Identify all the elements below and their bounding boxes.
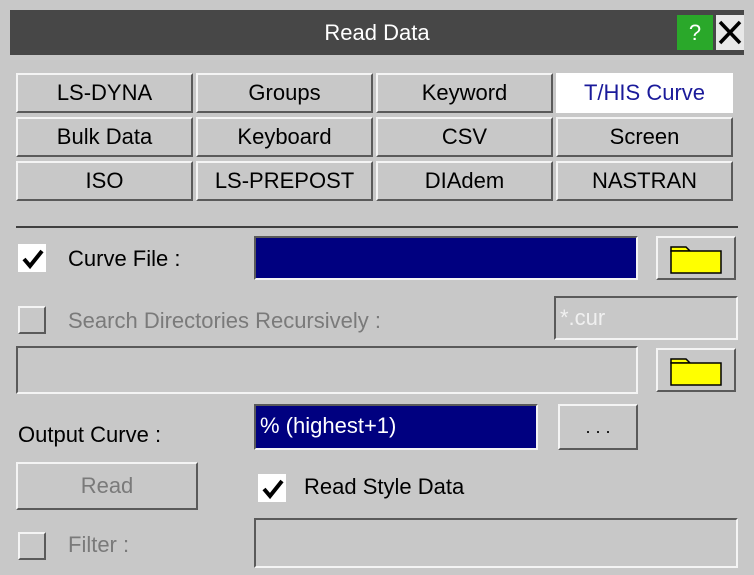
tab-bulk-data[interactable]: Bulk Data [16, 117, 193, 157]
output-curve-label: Output Curve : [18, 422, 162, 447]
tab-this-curve[interactable]: T/HIS Curve [556, 73, 733, 113]
search-dirs-checkbox[interactable] [18, 306, 46, 334]
tab-csv[interactable]: CSV [376, 117, 553, 157]
close-icon [718, 20, 742, 45]
filter-label: Filter : [68, 532, 130, 557]
filter-checkbox[interactable] [18, 532, 46, 560]
read-button[interactable]: Read [16, 462, 198, 510]
output-curve-input[interactable]: % (highest+1) [254, 404, 538, 450]
read-style-checkbox[interactable] [258, 474, 286, 502]
tab-screen[interactable]: Screen [556, 117, 733, 157]
output-curve-value: % (highest+1) [260, 413, 397, 438]
tab-ls-prepost[interactable]: LS-PREPOST [196, 161, 373, 201]
checkmark-icon [22, 249, 44, 270]
filter-input[interactable] [254, 518, 738, 568]
directory-browse-button[interactable] [656, 348, 736, 392]
help-button[interactable]: ? [677, 15, 713, 50]
title-bar: Read Data ? [10, 10, 744, 55]
search-pattern-value: *.cur [560, 305, 606, 330]
tab-keyword[interactable]: Keyword [376, 73, 553, 113]
curve-file-input[interactable] [254, 236, 638, 280]
curve-file-checkbox[interactable] [18, 244, 46, 272]
divider [16, 226, 738, 228]
tab-nastran[interactable]: NASTRAN [556, 161, 733, 201]
directory-input[interactable] [16, 346, 638, 394]
tab-keyboard[interactable]: Keyboard [196, 117, 373, 157]
close-button[interactable] [716, 15, 744, 50]
curve-file-browse-button[interactable] [656, 236, 736, 280]
tab-groups[interactable]: Groups [196, 73, 373, 113]
tab-iso[interactable]: ISO [16, 161, 193, 201]
folder-icon [670, 358, 722, 386]
tab-ls-dyna[interactable]: LS-DYNA [16, 73, 193, 113]
search-dirs-label: Search Directories Recursively : [68, 308, 381, 333]
output-curve-options-button[interactable]: . . . [558, 404, 638, 450]
tab-diadem[interactable]: DIAdem [376, 161, 553, 201]
search-pattern-input[interactable]: *.cur [554, 296, 738, 340]
curve-file-label: Curve File : [68, 246, 181, 271]
read-style-label: Read Style Data [304, 474, 465, 499]
folder-icon [670, 246, 722, 274]
window-title: Read Data [324, 20, 430, 45]
checkmark-icon [262, 479, 284, 500]
